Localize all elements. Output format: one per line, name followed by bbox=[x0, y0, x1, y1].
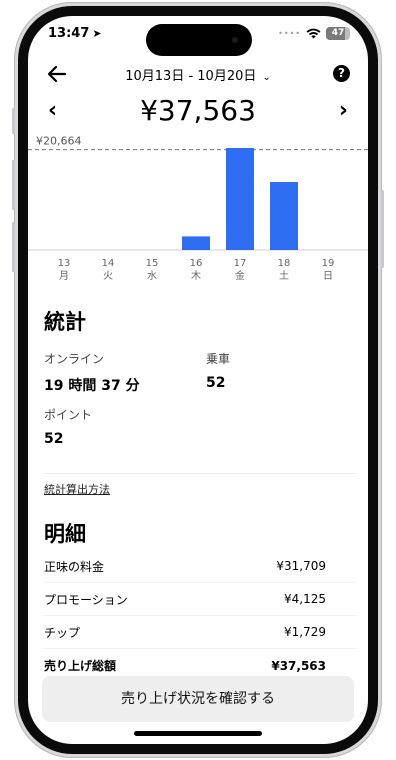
help-icon[interactable]: ? bbox=[333, 65, 350, 82]
home-indicator bbox=[134, 731, 262, 736]
stat-rides-value: 52 bbox=[206, 375, 226, 391]
stats-title: 統計 bbox=[44, 310, 86, 334]
details-title: 明細 bbox=[44, 522, 86, 546]
bar-16 bbox=[182, 236, 210, 250]
detail-value: ¥4,125 bbox=[284, 592, 326, 606]
stat-rides: 乗車 52 bbox=[206, 350, 230, 391]
battery-percentage: 47 bbox=[331, 28, 345, 38]
phone-power-button bbox=[381, 190, 384, 268]
stat-points-value: 52 bbox=[44, 431, 64, 447]
date-range-selector[interactable]: 10月13日 - 10月20日 ⌄ bbox=[28, 65, 368, 84]
x-tick-weekday: 木 bbox=[191, 270, 201, 282]
divider bbox=[44, 473, 356, 474]
x-tick-weekday: 日 bbox=[323, 271, 333, 282]
dynamic-island bbox=[146, 24, 252, 56]
detail-label: 売り上げ総額 bbox=[44, 659, 117, 673]
x-tick-weekday: 土 bbox=[279, 269, 289, 282]
x-tick-day: 15 bbox=[146, 258, 159, 269]
x-tick-day: 19 bbox=[322, 258, 335, 269]
stat-points-label: ポイント bbox=[44, 408, 93, 422]
x-tick-day: 18 bbox=[278, 258, 291, 269]
status-time: 13:47 ➤ bbox=[48, 26, 102, 41]
status-time-text: 13:47 bbox=[48, 26, 90, 41]
details-list: 正味の料金 ¥31,709 プロモーション ¥4,125 チップ ¥1,729 … bbox=[44, 550, 356, 682]
detail-label: 正味の料金 bbox=[44, 559, 105, 574]
bar-18 bbox=[270, 182, 298, 250]
app-screen: 13:47 ➤ •••• 47 10月13日 - 10月20日 ⌄ ? ‹ ¥3… bbox=[28, 16, 368, 744]
detail-label: チップ bbox=[44, 625, 81, 640]
x-tick-weekday: 火 bbox=[103, 270, 113, 282]
detail-value: ¥1,729 bbox=[284, 625, 326, 639]
detail-row-tips: チップ ¥1,729 bbox=[44, 616, 356, 649]
cellular-signal-icon: •••• bbox=[278, 29, 301, 38]
stat-points: ポイント 52 bbox=[44, 406, 92, 447]
detail-row-net-fare: 正味の料金 ¥31,709 bbox=[44, 550, 356, 583]
detail-value: ¥37,563 bbox=[271, 658, 326, 673]
phone-mute-switch bbox=[12, 108, 15, 134]
total-earnings: ¥37,563 bbox=[140, 94, 256, 127]
bar-17 bbox=[226, 148, 254, 250]
detail-row-promotion: プロモーション ¥4,125 bbox=[44, 583, 356, 616]
header: 10月13日 - 10月20日 ⌄ ? bbox=[28, 60, 368, 90]
stat-rides-label: 乗車 bbox=[206, 352, 231, 366]
chevron-down-icon: ⌄ bbox=[262, 72, 271, 83]
reference-line-label: ¥20,664 bbox=[36, 135, 82, 148]
status-bar: 13:47 ➤ •••• 47 bbox=[28, 16, 368, 56]
detail-label: プロモーション bbox=[44, 592, 128, 607]
x-tick-weekday: 月 bbox=[59, 270, 69, 282]
detail-value: ¥31,709 bbox=[276, 559, 326, 573]
location-arrow-icon: ➤ bbox=[92, 27, 102, 40]
x-tick-day: 14 bbox=[102, 258, 115, 269]
next-week-button[interactable]: › bbox=[339, 98, 348, 123]
camera-dot bbox=[232, 37, 238, 43]
x-tick-weekday: 金 bbox=[235, 269, 245, 282]
x-tick-day: 17 bbox=[234, 258, 247, 269]
x-tick-day: 13 bbox=[58, 258, 71, 269]
phone-volume-down bbox=[12, 222, 15, 272]
x-tick-weekday: 水 bbox=[147, 270, 157, 282]
stat-online-time: オンライン 19 時間 37 分 bbox=[44, 350, 140, 395]
stat-online-value: 19 時間 37 分 bbox=[44, 378, 140, 394]
status-icons: •••• 47 bbox=[278, 27, 350, 40]
stats-calculation-link[interactable]: 統計算出方法 bbox=[44, 481, 110, 497]
battery-icon: 47 bbox=[326, 27, 350, 40]
view-earnings-button[interactable]: 売り上げ状況を確認する bbox=[42, 676, 354, 722]
earnings-chart: ¥20,664 13 月 14 火 15 水 16 木 17 金 18 土 19 日 bbox=[28, 128, 368, 303]
date-range-label: 10月13日 - 10月20日 bbox=[125, 69, 257, 84]
phone-volume-up bbox=[12, 160, 15, 210]
stat-online-label: オンライン bbox=[44, 352, 105, 366]
wifi-icon bbox=[306, 28, 321, 39]
earnings-bar-chart: ¥20,664 13月 14火 15水 16木 17金 18土 19 日 bbox=[28, 135, 368, 282]
x-tick-day: 16 bbox=[190, 258, 203, 269]
